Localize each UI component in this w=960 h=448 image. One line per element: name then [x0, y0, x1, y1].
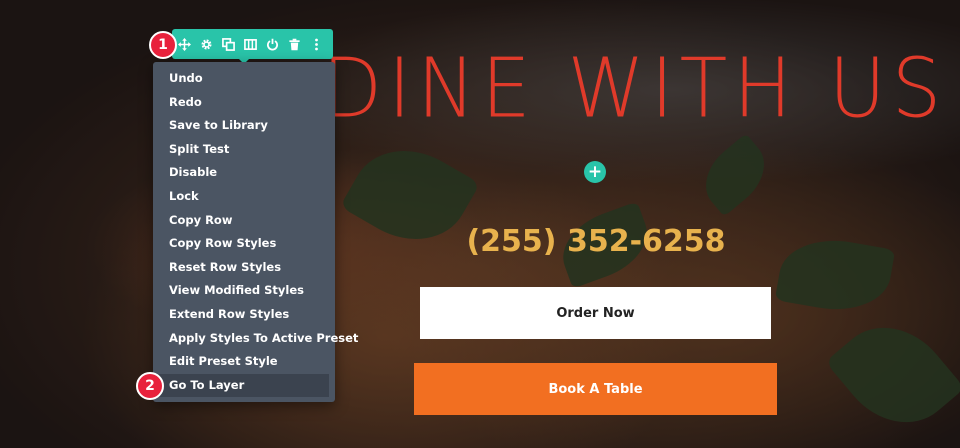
menu-item-save-to-library[interactable]: Save to Library — [153, 114, 329, 138]
add-module-button[interactable]: + — [584, 161, 606, 183]
page-title: DINE WITH US — [322, 41, 948, 137]
menu-item-apply-styles-to-active-preset[interactable]: Apply Styles To Active Preset — [153, 327, 358, 351]
menu-item-undo[interactable]: Undo — [153, 67, 329, 91]
menu-item-lock[interactable]: Lock — [153, 185, 329, 209]
menu-item-edit-preset-style[interactable]: Edit Preset Style — [153, 350, 329, 374]
order-now-button[interactable]: Order Now — [420, 287, 771, 339]
menu-item-redo[interactable]: Redo — [153, 91, 329, 115]
menu-item-copy-row[interactable]: Copy Row — [153, 209, 329, 233]
menu-item-view-modified-styles[interactable]: View Modified Styles — [153, 279, 329, 303]
step-badge-2: 2 — [136, 372, 164, 400]
power-icon[interactable] — [261, 29, 283, 59]
menu-item-reset-row-styles[interactable]: Reset Row Styles — [153, 256, 329, 280]
menu-item-copy-row-styles[interactable]: Copy Row Styles — [153, 232, 329, 256]
duplicate-icon[interactable] — [217, 29, 239, 59]
trash-icon[interactable] — [283, 29, 305, 59]
menu-item-disable[interactable]: Disable — [153, 161, 329, 185]
menu-item-go-to-layer[interactable]: Go To Layer — [153, 373, 329, 398]
more-vertical-icon[interactable] — [305, 29, 327, 59]
row-toolbar — [172, 29, 333, 59]
phone-number: (255) 352-6258 — [466, 224, 726, 259]
columns-icon[interactable] — [239, 29, 261, 59]
row-context-menu: Undo Redo Save to Library Split Test Disable… — [153, 62, 358, 402]
gear-icon[interactable] — [195, 29, 217, 59]
step-badge-1: 1 — [149, 31, 177, 59]
book-table-button[interactable]: Book A Table — [414, 363, 777, 415]
menu-item-split-test[interactable]: Split Test — [153, 138, 329, 162]
menu-item-extend-row-styles[interactable]: Extend Row Styles — [153, 303, 329, 327]
